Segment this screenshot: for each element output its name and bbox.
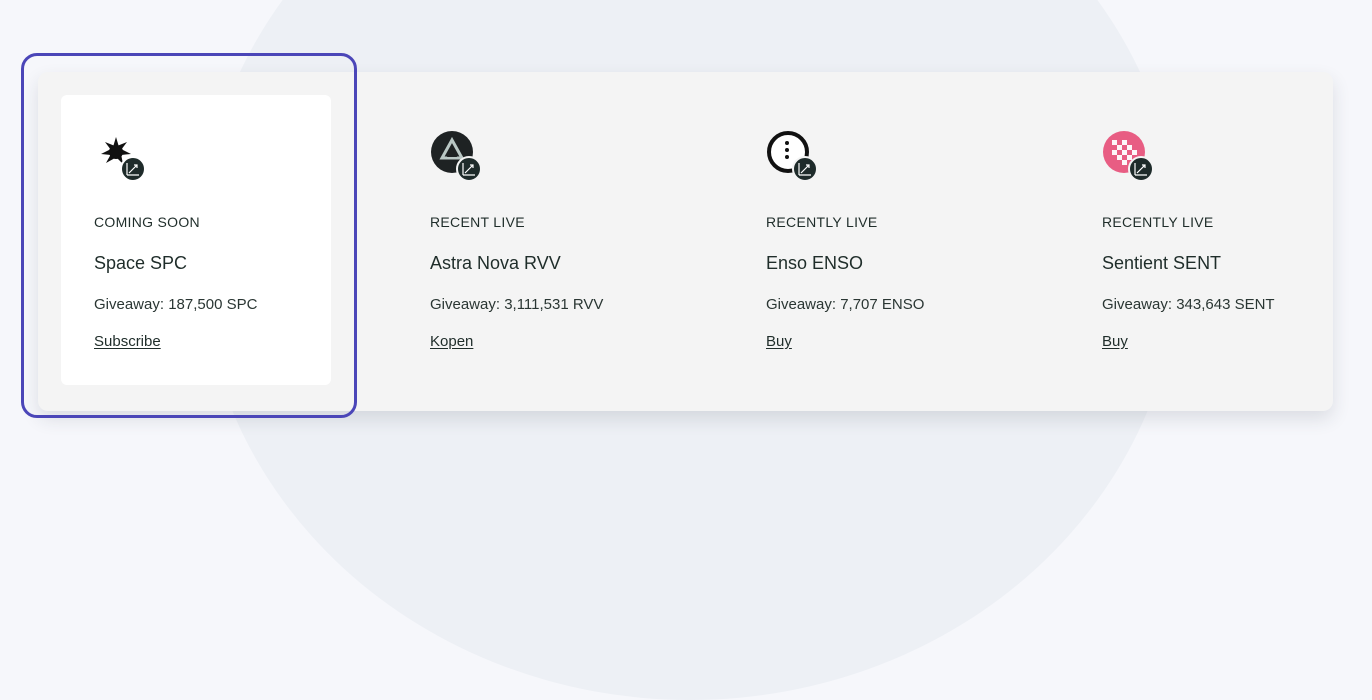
giveaway-amount: Giveaway: 3,111,531 RVV (430, 296, 604, 313)
kopen-link[interactable]: Kopen (430, 333, 473, 350)
card-status: COMING SOON (94, 214, 200, 230)
enso-token-icon (766, 130, 818, 182)
card-enso[interactable]: RECENTLY LIVE Enso ENSO Giveaway: 7,707 … (733, 95, 1003, 385)
card-status: RECENTLY LIVE (1102, 214, 1214, 230)
buy-link[interactable]: Buy (1102, 333, 1128, 350)
token-name: Enso ENSO (766, 253, 864, 273)
token-name: Sentient SENT (1102, 253, 1222, 273)
space-spc-token-icon (94, 130, 146, 182)
card-status: RECENT LIVE (430, 214, 525, 230)
subscribe-link[interactable]: Subscribe (94, 333, 161, 350)
card-sentient-sent[interactable]: RECENTLY LIVE Sentient SENT Giveaway: 34… (1069, 95, 1339, 385)
token-name: Astra Nova RVV (430, 253, 561, 273)
token-name: Space SPC (94, 253, 188, 273)
token-launch-panel: COMING SOON Space SPC Giveaway: 187,500 … (38, 72, 1333, 411)
astra-nova-rvv-token-icon (430, 130, 482, 182)
card-status: RECENTLY LIVE (766, 214, 878, 230)
giveaway-amount: Giveaway: 343,643 SENT (1102, 296, 1275, 313)
giveaway-amount: Giveaway: 7,707 ENSO (766, 296, 925, 313)
buy-link[interactable]: Buy (766, 333, 792, 350)
sentient-sent-token-icon (1102, 130, 1154, 182)
giveaway-amount: Giveaway: 187,500 SPC (94, 296, 258, 313)
card-space-spc[interactable]: COMING SOON Space SPC Giveaway: 187,500 … (61, 95, 331, 385)
card-astra-nova-rvv[interactable]: RECENT LIVE Astra Nova RVV Giveaway: 3,1… (397, 95, 667, 385)
